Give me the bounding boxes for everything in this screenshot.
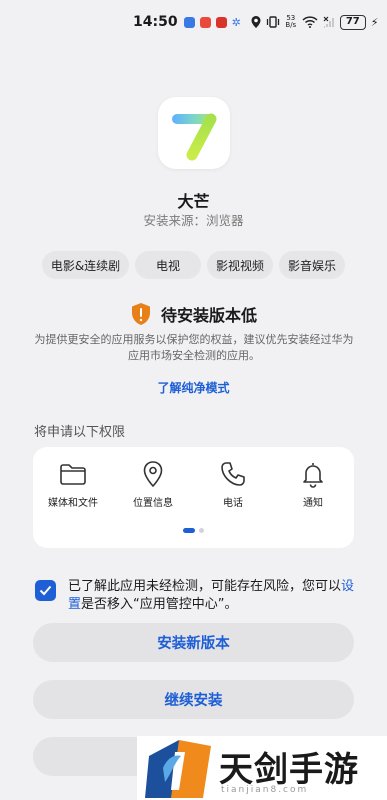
watermark-logo-icon [145,740,211,798]
notification-app-icon [183,16,195,28]
consent-text-after: 是否移入“应用管控中心”。 [81,597,238,612]
permission-media-files: 媒体和文件 [33,459,113,509]
permission-label: 媒体和文件 [48,498,98,509]
permission-label: 电话 [223,498,243,509]
app-name: 大芒 [177,192,210,211]
net-speed: 53 B/s [285,15,297,29]
no-signal-icon [323,16,334,28]
watermark: 天剑手游网 tianjian8.com [137,736,387,800]
status-bar: 14:50 ✲ 53 B/s 77 ⚡ [0,0,387,44]
permission-label: 位置信息 [133,498,173,509]
consent-checkbox[interactable] [35,580,56,601]
permission-notification: 通知 [273,459,353,509]
bell-icon [303,463,323,488]
permission-label: 通知 [303,498,323,509]
vibrate-icon [266,16,279,28]
permissions-card[interactable]: 媒体和文件 位置信息 电话 通知 [33,447,354,548]
warning-description: 为提供更安全的应用服务以保护您的权益，建议优先安装经过华为应用市场安全检测的应用… [34,333,354,362]
notification-gear-icon: ✲ [231,15,241,29]
folder-icon [60,464,86,485]
install-source: 安装来源：浏览器 [143,213,244,228]
watermark-url: tianjian8.com [221,785,309,795]
app-logo-7-icon [172,113,217,161]
tag-chip: 电视 [135,251,201,279]
continue-install-button[interactable]: 继续安装 [33,680,354,719]
battery-indicator: 77 [339,14,366,30]
tag-chip: 电影&连续剧 [42,251,129,279]
page-dot-active [183,528,195,533]
warning-shield-icon [131,303,150,325]
tag-chip: 影音娱乐 [279,251,345,279]
notification-app-icon [215,16,227,28]
app-tags: 电影&连续剧 电视 影视视频 影音娱乐 [42,251,347,279]
charging-icon: ⚡ [370,15,379,29]
notification-app-icon [199,16,211,28]
wifi-icon [302,16,318,28]
net-speed-unit: B/s [285,21,297,29]
location-icon [251,16,261,28]
check-icon [39,585,52,596]
status-time: 14:50 [133,14,178,30]
consent-text: 已了解此应用未经检测，可能存在风险，您可以设置是否移入“应用管控中心”。 [68,578,355,614]
permissions-title: 将申请以下权限 [34,425,126,440]
learn-pure-mode-link[interactable]: 了解纯净模式 [0,379,387,396]
location-pin-icon [143,461,163,488]
warning-header: 待安装版本低 [0,302,387,326]
permission-location: 位置信息 [113,459,193,509]
page-indicator [33,528,354,533]
consent-text-before: 已了解此应用未经检测，可能存在风险，您可以 [68,579,342,594]
tag-chip: 影视视频 [207,251,273,279]
phone-icon [221,462,245,486]
permission-phone: 电话 [193,459,273,509]
page-dot [199,528,204,533]
risk-consent: 已了解此应用未经检测，可能存在风险，您可以设置是否移入“应用管控中心”。 [35,578,355,614]
app-icon [158,97,230,169]
warning-title: 待安装版本低 [160,306,257,325]
install-new-version-button[interactable]: 安装新版本 [33,623,354,662]
